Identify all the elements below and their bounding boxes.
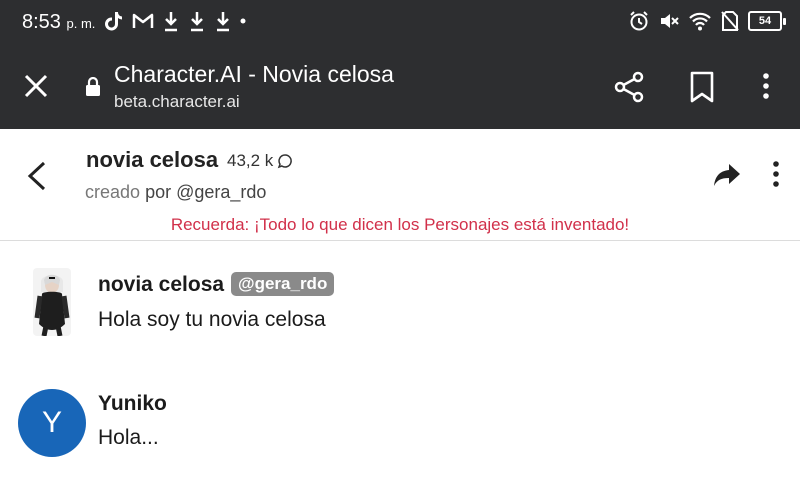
creator-handle[interactable]: por @gera_rdo <box>145 182 266 202</box>
user-avatar[interactable]: Y <box>18 389 86 457</box>
creator-line: creado por @gera_rdo <box>85 182 266 203</box>
message-author: Yuniko <box>98 392 167 415</box>
mute-icon <box>661 14 679 28</box>
battery-tip <box>783 17 786 25</box>
page-title: Character.AI - Novia celosa <box>114 61 394 87</box>
dot-icon <box>240 18 246 24</box>
status-time: 8:53 p. m. <box>22 11 95 34</box>
creator-badge[interactable]: @gera_rdo <box>231 272 335 296</box>
gmail-icon <box>132 13 154 28</box>
status-system-icons: 54 <box>628 10 786 32</box>
status-time-value: 8:53 <box>22 11 61 33</box>
no-sim-icon <box>721 11 739 31</box>
status-notification-icons <box>104 10 246 32</box>
battery-level: 54 <box>748 11 782 31</box>
interaction-count: 43,2 k <box>227 151 293 171</box>
tiktok-icon <box>105 12 122 31</box>
creator-prefix: creado <box>85 182 141 202</box>
message-author: novia celosa <box>98 273 225 296</box>
share-button[interactable] <box>612 70 646 104</box>
chat-header: novia celosa 43,2 k creado por @gera_rdo… <box>0 129 800 241</box>
download-icon <box>191 12 203 32</box>
chat-bubble-icon <box>278 154 293 169</box>
status-bar: 8:53 p. m. 54 <box>0 0 800 44</box>
status-time-ampm: p. m. <box>66 16 96 31</box>
back-arrow-icon[interactable] <box>24 159 50 193</box>
download-icon <box>165 12 177 32</box>
message-text: Hola soy tu novia celosa <box>98 308 326 331</box>
battery-icon: 54 <box>748 11 786 31</box>
share-arrow-icon[interactable] <box>712 161 742 189</box>
browser-toolbar: Character.AI - Novia celosa beta.charact… <box>0 44 800 129</box>
character-avatar[interactable] <box>33 268 71 336</box>
message-text: Hola... <box>98 426 159 449</box>
interaction-count-value: 43,2 k <box>227 151 274 170</box>
character-name[interactable]: novia celosa <box>86 147 218 173</box>
disclaimer-text: Recuerda: ¡Todo lo que dicen los Persona… <box>170 215 630 234</box>
wifi-icon <box>689 12 711 31</box>
page-url[interactable]: beta.character.ai <box>114 92 240 112</box>
alarm-icon <box>630 11 648 31</box>
bookmark-button[interactable] <box>688 70 716 104</box>
lock-icon <box>86 77 100 96</box>
overflow-menu-button[interactable] <box>754 70 778 104</box>
download-icon <box>217 12 229 32</box>
more-options-icon[interactable] <box>764 159 788 189</box>
close-tab-button[interactable] <box>22 72 50 100</box>
